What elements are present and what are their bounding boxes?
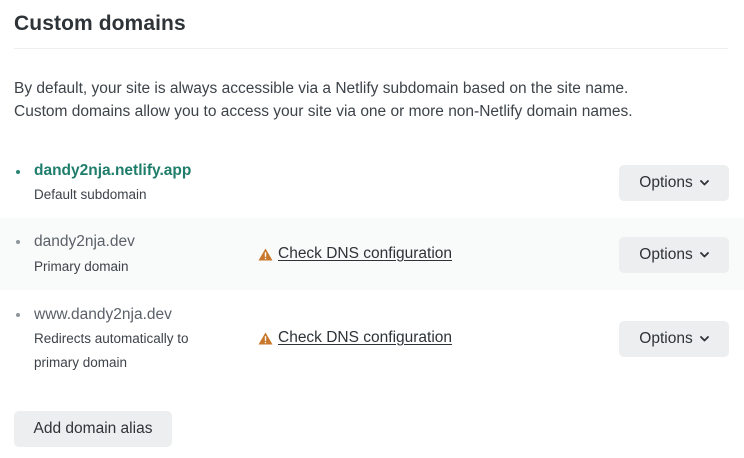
warning-icon: [258, 248, 273, 260]
check-dns-link[interactable]: Check DNS configuration: [278, 329, 452, 347]
options-label: Options: [639, 330, 693, 347]
domain-row-default: dandy2nja.netlify.app Default subdomain …: [0, 148, 744, 218]
domain-subtitle: Primary domain: [34, 259, 129, 274]
check-dns-link[interactable]: Check DNS configuration: [278, 245, 452, 263]
warning-icon: [258, 332, 273, 344]
options-button[interactable]: Options: [619, 237, 729, 273]
dns-warning: Check DNS configuration: [258, 329, 452, 347]
section-description: By default, your site is always accessib…: [14, 77, 734, 123]
bullet-icon: [16, 240, 20, 244]
add-domain-alias-button[interactable]: Add domain alias: [14, 411, 172, 447]
chevron-down-icon: [699, 180, 709, 186]
domain-subtitle: Redirects automatically to primary domai…: [34, 331, 189, 370]
domain-name[interactable]: dandy2nja.dev: [34, 233, 135, 251]
domain-row-redirect: www.dandy2nja.dev Redirects automaticall…: [0, 290, 744, 390]
bullet-icon: [16, 313, 20, 317]
domain-name[interactable]: www.dandy2nja.dev: [34, 306, 172, 324]
description-line-1: By default, your site is always accessib…: [14, 80, 629, 97]
description-line-2: Custom domains allow you to access your …: [14, 103, 633, 120]
domain-row-primary: dandy2nja.dev Primary domain Check DNS c…: [0, 218, 744, 290]
section-title: Custom domains: [14, 12, 186, 35]
domain-subtitle: Default subdomain: [34, 187, 147, 202]
domain-name[interactable]: dandy2nja.netlify.app: [34, 162, 191, 180]
options-button[interactable]: Options: [619, 165, 729, 201]
options-button[interactable]: Options: [619, 321, 729, 357]
title-divider: [14, 48, 728, 49]
options-label: Options: [639, 174, 693, 191]
bullet-icon: [16, 170, 20, 174]
options-label: Options: [639, 246, 693, 263]
dns-warning: Check DNS configuration: [258, 245, 452, 263]
chevron-down-icon: [699, 336, 709, 342]
chevron-down-icon: [699, 252, 709, 258]
